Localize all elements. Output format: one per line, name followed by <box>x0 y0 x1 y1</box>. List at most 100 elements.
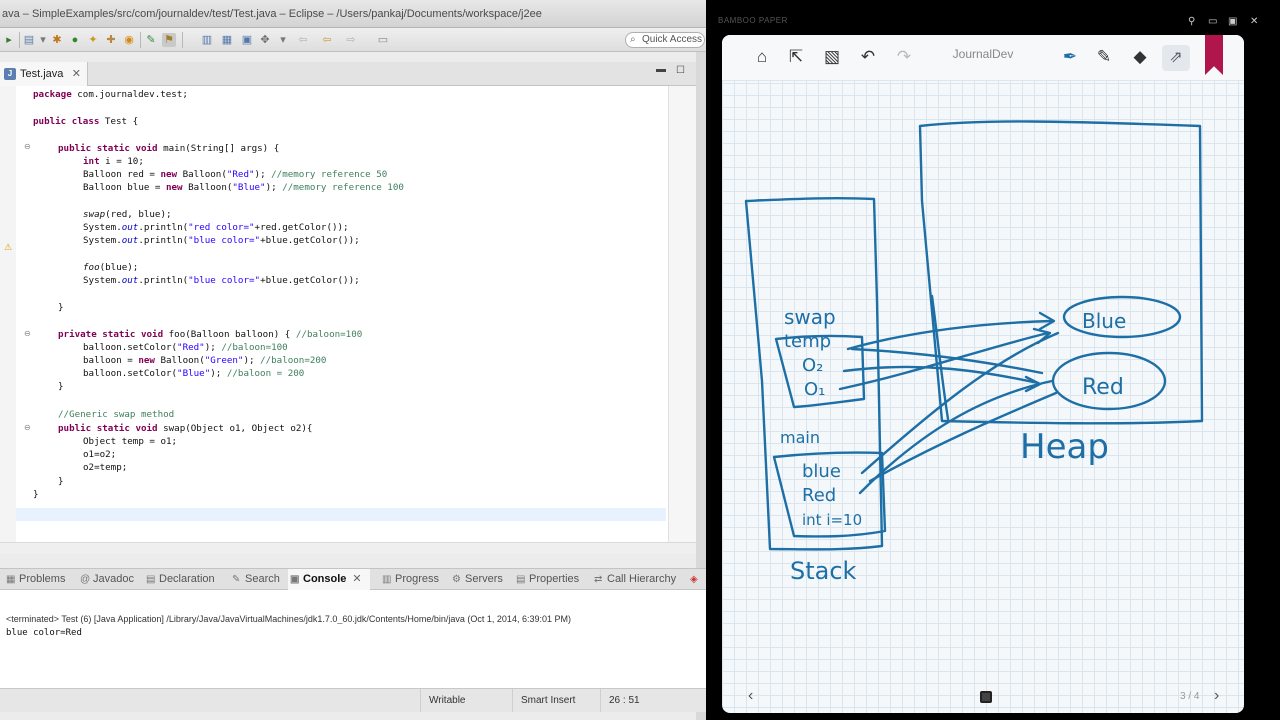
quick-access-field[interactable]: ⌕ Quick Access <box>625 32 705 48</box>
main-toolbar: ▸ ▤ ▾ ✱ ● ✦ ✚ ◉ ✎ ⚑ ▥ ▦ ▣ ✥ ▾ ⇦ ⇦ ⇨ ▭ ⌕ … <box>0 28 706 52</box>
bookmark-icon[interactable] <box>1205 35 1223 75</box>
open-type-icon[interactable]: ◉ <box>122 33 136 47</box>
console-icon: ▣ <box>290 574 300 585</box>
overview-ruler[interactable] <box>668 86 696 542</box>
share-icon[interactable]: ⇗ <box>1162 45 1190 71</box>
code-line: balloon.setColor("Blue"); //baloon = 200 <box>83 368 305 379</box>
temp-label: temp <box>784 331 832 352</box>
save-icon[interactable]: ▤ <box>22 33 36 47</box>
sketch-canvas[interactable] <box>722 81 1244 713</box>
tab-call-hierarchy[interactable]: ⇄ Call Hierarchy <box>592 569 676 590</box>
maximize-icon[interactable]: ☐ <box>676 65 685 76</box>
history-back-icon[interactable]: ⇦ <box>320 33 334 47</box>
code-line: swap(red, blue); <box>83 209 172 220</box>
next-annotation-icon[interactable]: ▥ <box>200 33 214 47</box>
heap-label: Heap <box>1020 427 1109 467</box>
minimize-icon[interactable]: ▭ <box>1208 16 1217 28</box>
properties-icon: ▤ <box>516 574 526 585</box>
chevron-left-icon[interactable]: ‹ <box>748 687 753 705</box>
at-icon: @ <box>80 574 91 585</box>
tab-problems[interactable]: ▦ Problems <box>4 569 65 590</box>
external-tools-icon[interactable]: ✦ <box>86 33 100 47</box>
maximize-icon[interactable]: ▣ <box>1228 16 1237 28</box>
java-file-icon: J <box>4 68 16 80</box>
prev-annotation-icon[interactable]: ▦ <box>220 33 234 47</box>
int-var-label: int i=10 <box>802 511 863 529</box>
call-hierarchy-icon: ⇄ <box>594 574 603 585</box>
code-line: o1=o2; <box>83 449 117 460</box>
blue-var-label: blue <box>802 461 841 482</box>
cursor-position: 26 : 51 <box>600 689 674 712</box>
console-output: blue color=Red <box>6 628 82 638</box>
window-title: ava – SimpleExamples/src/com/journaldev/… <box>0 0 706 28</box>
quick-access-label: Quick Access <box>642 34 703 45</box>
page-indicator: 3 / 4 <box>1180 691 1200 702</box>
pin-editor-icon[interactable]: ✥ <box>258 33 272 47</box>
toggle-mark-icon[interactable]: ⚑ <box>162 33 176 47</box>
heap-blue-label: Blue <box>1082 309 1127 333</box>
servers-icon: ⚙ <box>452 574 461 585</box>
bamboo-paper-window: BAMBOO PAPER ⚲ ▭ ▣ ✕ ⌂ ⇱ ▧ ↶ ↷ JournalDe… <box>710 0 1280 720</box>
writable-status: Writable <box>420 689 512 712</box>
editor-ruler <box>0 86 16 542</box>
debug-icon[interactable]: ✱ <box>50 33 64 47</box>
notebook-toolbar: ⌂ ⇱ ▧ ↶ ↷ JournalDev ✒ ✎ ◆ ⇗ <box>722 35 1244 81</box>
dropdown-icon[interactable]: ▾ <box>36 33 50 47</box>
tab-console[interactable]: ▣ Console ✕ <box>288 569 370 590</box>
tab-properties[interactable]: ▤ Properties <box>514 569 579 590</box>
code-line: System.out.println("red color="+red.getC… <box>83 222 349 233</box>
maximize-editor-icon[interactable]: ▭ <box>376 33 390 47</box>
last-edit-icon[interactable]: ▣ <box>240 33 254 47</box>
editor-tab-bar: J Test.java ✕ ▬ ☐ <box>0 62 696 86</box>
arrow-o1-blue <box>838 331 1050 391</box>
tab-servers[interactable]: ⚙ Servers <box>450 569 503 590</box>
status-bar: Writable Smart Insert 26 : 51 <box>0 688 706 712</box>
code-line: Object temp = o1; <box>83 436 178 447</box>
close-icon[interactable]: ✕ <box>1250 16 1258 28</box>
code-editor[interactable]: ⚠ ⊖ ⊖ ⊖ package com.journaldev.test; pub… <box>0 86 668 542</box>
search-tool-icon[interactable]: ✎ <box>144 33 158 47</box>
pen-icon[interactable]: ✒ <box>1058 45 1082 69</box>
code-line: System.out.println("blue color="+blue.ge… <box>83 275 360 286</box>
console-view[interactable]: <terminated> Test (6) [Java Application]… <box>0 590 706 688</box>
fold-icon[interactable]: ⊖ <box>24 329 31 338</box>
run-icon[interactable]: ● <box>68 33 82 47</box>
code-line: foo(blue); <box>83 262 139 273</box>
close-icon[interactable]: ✕ <box>352 573 361 585</box>
close-icon[interactable]: ✕ <box>72 62 81 86</box>
tab-test-java[interactable]: J Test.java ✕ <box>0 62 88 86</box>
code-line: } <box>33 489 39 500</box>
fold-icon[interactable]: ⊖ <box>24 423 31 432</box>
problems-icon: ▦ <box>6 574 16 585</box>
console-process-label: <terminated> Test (6) [Java Application]… <box>6 614 571 624</box>
minimize-icon[interactable]: ▬ <box>656 64 666 75</box>
back-icon[interactable]: ⇦ <box>296 33 310 47</box>
code-line: } <box>58 476 64 487</box>
pin-icon[interactable]: ⚲ <box>1188 16 1195 28</box>
main-label: main <box>780 428 820 447</box>
new-icon[interactable]: ▸ <box>2 33 16 47</box>
eraser-icon[interactable]: ◆ <box>1128 45 1152 69</box>
notebook-footer: ‹ 3 / 4 › <box>722 683 1244 713</box>
stack-label: Stack <box>790 557 857 585</box>
warning-icon[interactable]: ⚠ <box>4 242 12 253</box>
notebook-page[interactable]: ⌂ ⇱ ▧ ↶ ↷ JournalDev ✒ ✎ ◆ ⇗ swap temp O… <box>722 35 1244 713</box>
code-line: o2=temp; <box>83 462 128 473</box>
fold-icon[interactable]: ⊖ <box>24 142 31 151</box>
new-java-class-icon[interactable]: ✚ <box>104 33 118 47</box>
forward-icon[interactable]: ⇨ <box>344 33 358 47</box>
progress-icon: ▥ <box>382 574 392 585</box>
horizontal-scrollbar[interactable] <box>0 542 696 554</box>
chevron-right-icon[interactable]: › <box>1214 687 1219 705</box>
forward-dropdown-icon[interactable]: ▾ <box>276 33 290 47</box>
pencil-icon[interactable]: ✎ <box>1092 45 1116 69</box>
pin-icon[interactable]: ◈ <box>690 569 698 590</box>
tab-javadoc[interactable]: @ Javadoc <box>78 569 134 590</box>
tab-declaration[interactable]: ▤ Declaration <box>144 569 215 590</box>
eclipse-window: ava – SimpleExamples/src/com/journaldev/… <box>0 0 706 720</box>
bottom-view-tabs: ▦ Problems @ Javadoc ▤ Declaration ✎ Search … <box>0 568 706 590</box>
tab-progress[interactable]: ▥ Progress <box>380 569 439 590</box>
swap-label: swap <box>784 305 836 329</box>
page-overview-icon[interactable] <box>980 691 992 703</box>
tab-search[interactable]: ✎ Search <box>230 569 280 590</box>
